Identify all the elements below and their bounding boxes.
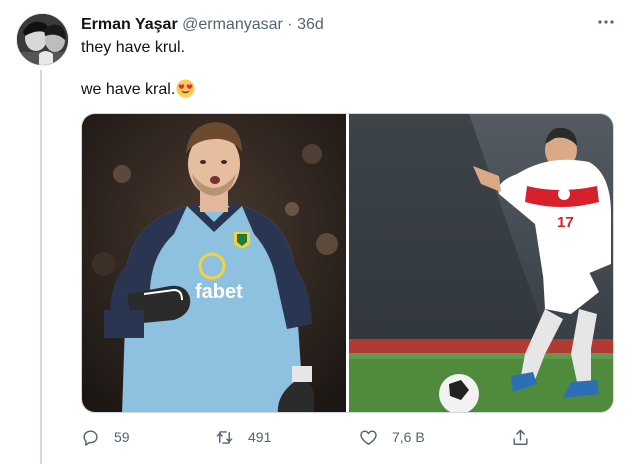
separator-dot: · [287,16,293,33]
goalkeeper-photo: fabet [82,114,346,412]
share-icon [513,429,528,445]
retweet-button[interactable]: 491 [215,426,271,448]
tweet-text-line-2-content: we have kral. [81,81,176,98]
avatar[interactable] [16,13,69,66]
tweet-text-line-1: they have krul. [81,39,186,56]
more-options-icon[interactable] [596,12,616,32]
reply-count: 59 [114,429,130,445]
share-button[interactable] [511,426,544,448]
avatar-photo [17,14,68,65]
heart-icon [360,429,377,445]
like-count: 7,6 B [392,429,425,445]
heart-eyes-emoji-icon [176,79,195,98]
reply-icon [83,429,98,446]
shirt-number: 17 [557,214,574,231]
photo-goalkeeper[interactable]: fabet [82,114,346,412]
media-grid: fabet 17 [81,113,614,413]
reply-button[interactable]: 59 [81,426,130,448]
tweet-text-line-2: we have kral. [81,79,195,101]
author-handle[interactable]: @ermanyasar [182,16,283,33]
tweet-actions: 59 491 7,6 B [81,426,541,450]
thread-line [40,70,42,464]
author-name[interactable]: Erman Yaşar [81,16,178,33]
retweet-icon [216,430,233,444]
like-button[interactable]: 7,6 B [359,426,425,448]
footballer-photo: 17 [349,114,613,412]
tweet-time[interactable]: 36d [297,16,324,33]
retweet-count: 491 [248,429,272,445]
tweet-header: Erman Yaşar @ermanyasar · 36d [81,14,615,36]
photo-footballer[interactable]: 17 [349,114,613,412]
sponsor-text: fabet [195,281,243,303]
